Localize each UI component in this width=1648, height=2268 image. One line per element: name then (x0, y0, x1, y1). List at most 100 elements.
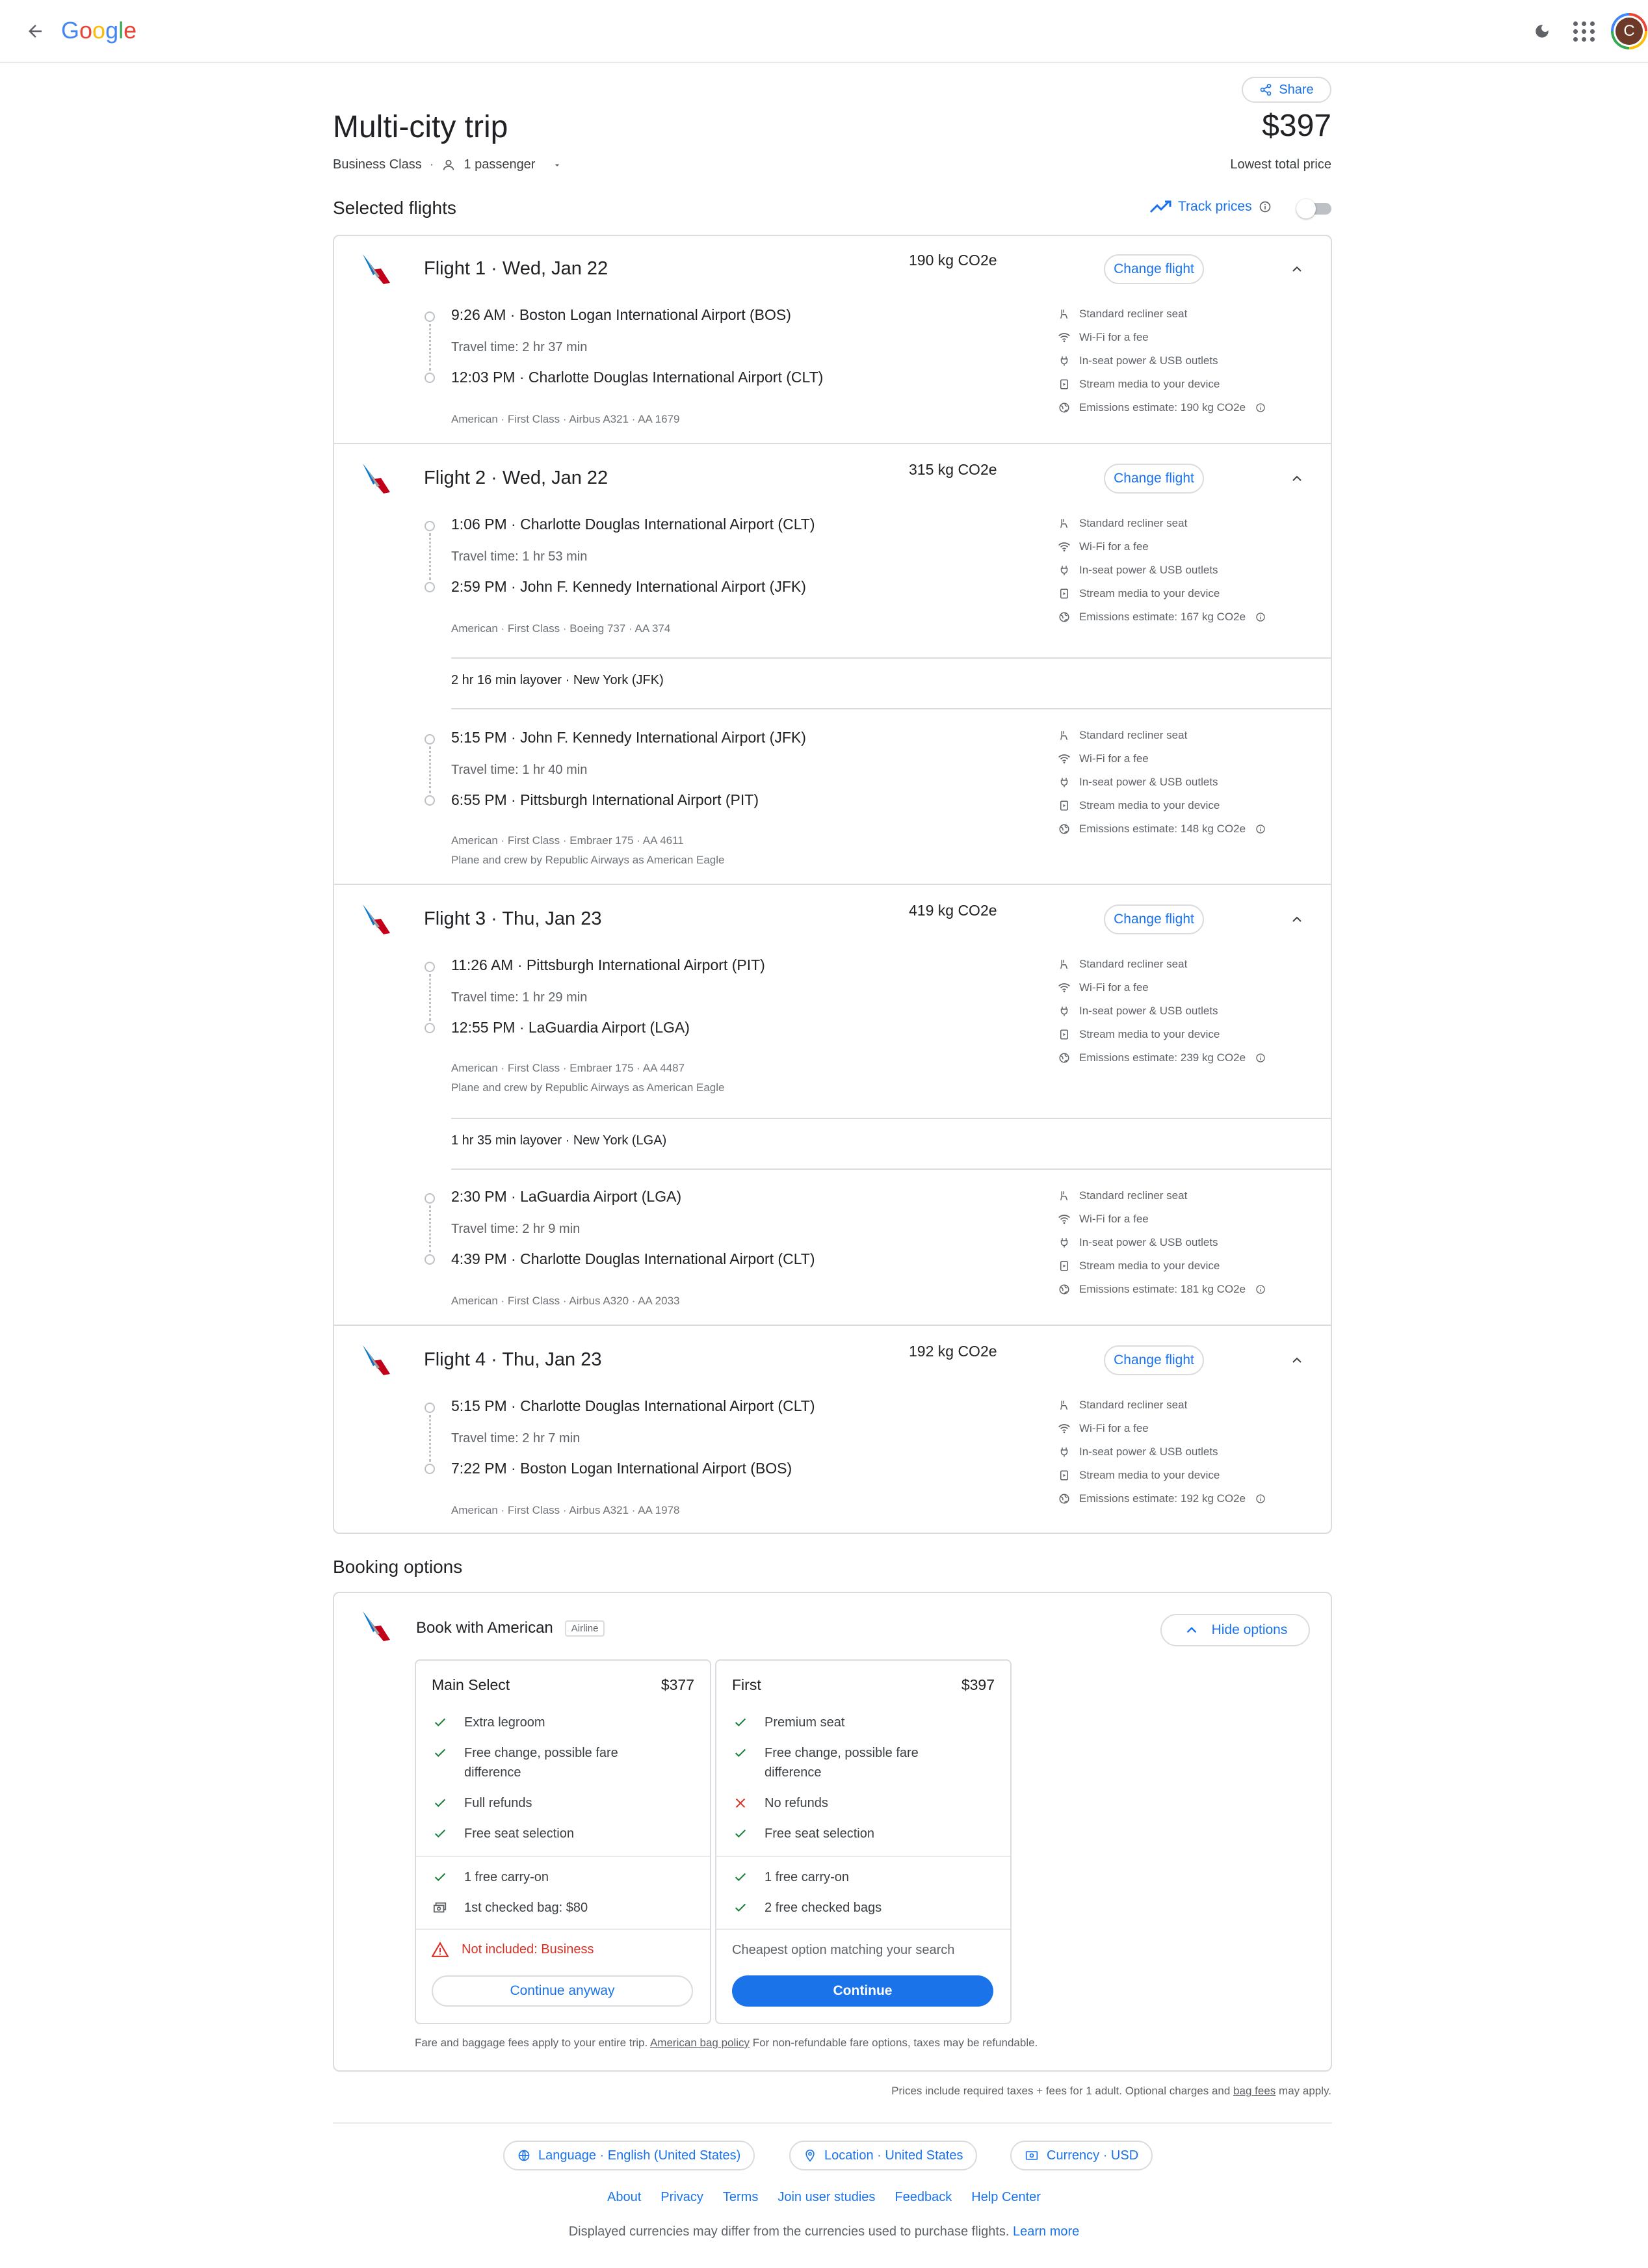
check-icon (432, 1867, 449, 1887)
google-apps-icon[interactable] (1571, 18, 1597, 44)
flight-2-seg-2-details: American · First Class · Embraer 175 · A… (451, 834, 684, 847)
flight-3-seg-1-travel-time: Travel time: 1 hr 29 min (451, 990, 588, 1005)
info-icon (1253, 401, 1268, 415)
flight-4-details: American · First Class · Airbus A321 · A… (451, 1504, 680, 1516)
flight-2-seg-2-arrival: 6:55 PM · Pittsburgh International Airpo… (451, 791, 759, 808)
share-label: Share (1279, 82, 1314, 97)
check-icon (432, 1743, 449, 1782)
flight-3-seg-2-details: American · First Class · Airbus A320 · A… (451, 1295, 680, 1307)
flight-4-co2: 192 kg CO2e (909, 1343, 997, 1360)
track-prices-toggle[interactable] (1296, 199, 1331, 218)
flight-3-seg-1-details: American · First Class · Embraer 175 · A… (451, 1062, 685, 1074)
flight-4-departure: 5:15 PM · Charlotte Douglas Internationa… (451, 1397, 815, 1414)
bag-policy-link[interactable]: American bag policy (650, 2037, 750, 2049)
flight-3-seg-2-travel-time: Travel time: 2 hr 9 min (451, 1222, 581, 1236)
flight-3-co2: 419 kg CO2e (909, 902, 997, 919)
selected-flights-card: Flight 1 · Wed, Jan 22 190 kg CO2e Chang… (333, 235, 1332, 1534)
footer-link-about[interactable]: About (607, 2190, 641, 2205)
flight-4-heading: Flight 4 · Thu, Jan 23 (424, 1349, 602, 1370)
chevron-up-icon[interactable] (1287, 469, 1307, 488)
flight-3-seg-1-amenities: Standard recliner seat Wi-Fi for a fee I… (1057, 953, 1291, 1070)
flight-4-travel-time: Travel time: 2 hr 7 min (451, 1431, 581, 1445)
booking-options-card: Book with American Airline Hide options … (333, 1592, 1332, 2072)
globe-icon (1057, 1051, 1071, 1065)
selected-flights-heading: Selected flights (333, 198, 456, 218)
flight-2-seg-1-amenities: Standard recliner seat Wi-Fi for a fee I… (1057, 512, 1291, 629)
dropdown-arrow-icon (555, 164, 560, 166)
share-button[interactable]: Share (1242, 77, 1331, 103)
flight-1-departure: 9:26 AM · Boston Logan International Air… (451, 306, 791, 323)
share-icon (1260, 83, 1272, 96)
hide-options-label: Hide options (1211, 1622, 1288, 1637)
seat-icon (1057, 1189, 1071, 1203)
info-icon (1253, 610, 1268, 624)
check-icon (732, 1824, 749, 1843)
trip-summary: Business Class · 1 passenger (333, 157, 562, 172)
globe-icon (1057, 1282, 1071, 1297)
flight-2-seg-2-amenities: Standard recliner seat Wi-Fi for a fee I… (1057, 724, 1291, 841)
check-icon (732, 1713, 749, 1732)
person-icon (443, 159, 454, 170)
chevron-up-icon[interactable] (1287, 1351, 1307, 1370)
flight-2-seg-2-departure: 5:15 PM · John F. Kennedy International … (451, 729, 806, 746)
top-app-bar: Google C (0, 0, 1648, 63)
power-plug-icon (1057, 775, 1071, 789)
passenger-selector[interactable]: 1 passenger (441, 157, 562, 172)
dark-mode-icon[interactable] (1529, 18, 1555, 44)
account-avatar[interactable]: C (1611, 13, 1647, 49)
footer-link-feedback[interactable]: Feedback (895, 2190, 952, 2205)
flight-2-seg-2-operator: Plane and crew by Republic Airways as Am… (451, 854, 725, 866)
chevron-up-icon[interactable] (1287, 259, 1307, 279)
currency-icon (1025, 2151, 1038, 2160)
power-plug-icon (1057, 563, 1071, 577)
google-logo[interactable]: Google (61, 17, 137, 44)
footer-link-terms[interactable]: Terms (723, 2190, 758, 2205)
hide-options-button[interactable]: Hide options (1160, 1614, 1310, 1646)
chevron-up-icon (1186, 1627, 1196, 1633)
seat-icon (1057, 1398, 1071, 1412)
price-caption: Lowest total price (1230, 157, 1331, 172)
flight-3-seg-2-departure: 2:30 PM · LaGuardia Airport (LGA) (451, 1188, 682, 1205)
flight-3-layover: 1 hr 35 min layover · New York (LGA) (451, 1133, 667, 1148)
language-selector[interactable]: Language · English (United States) (503, 2141, 755, 2170)
continue-anyway-button[interactable]: Continue anyway (432, 1975, 693, 2007)
fare-note: Cheapest option matching your search (732, 1943, 955, 1957)
flight-3-seg-2-amenities: Standard recliner seat Wi-Fi for a fee I… (1057, 1184, 1291, 1301)
track-prices[interactable]: Track prices (1149, 199, 1272, 215)
fare-name: First (732, 1676, 761, 1693)
flight-2-change-button[interactable]: Change flight (1104, 464, 1204, 494)
learn-more-link[interactable]: Learn more (1013, 2224, 1079, 2239)
stream-media-icon (1057, 377, 1071, 391)
bag-fees-link[interactable]: bag fees (1233, 2085, 1275, 2097)
check-icon (732, 1898, 749, 1918)
fare-price: $397 (961, 1676, 995, 1693)
seat-icon (1057, 516, 1071, 531)
currency-disclaimer: Displayed currencies may differ from the… (568, 2224, 1080, 2239)
stream-media-icon (1057, 1468, 1071, 1483)
page-title: Multi-city trip (333, 110, 508, 144)
footer-link-user-studies[interactable]: Join user studies (778, 2190, 875, 2205)
flight-4-change-button[interactable]: Change flight (1104, 1345, 1204, 1375)
flight-1-change-button[interactable]: Change flight (1104, 254, 1204, 284)
chevron-up-icon[interactable] (1287, 910, 1307, 929)
track-prices-label: Track prices (1178, 199, 1252, 214)
american-airlines-logo (363, 1345, 390, 1375)
back-arrow-icon[interactable] (20, 16, 51, 47)
location-selector[interactable]: Location · United States (789, 2141, 978, 2170)
flight-2-heading: Flight 2 · Wed, Jan 22 (424, 468, 608, 488)
seat-icon (1057, 728, 1071, 743)
flight-2-layover: 2 hr 16 min layover · New York (JFK) (451, 673, 664, 687)
currency-selector[interactable]: Currency · USD (1010, 2141, 1153, 2170)
total-price: $397 (1262, 109, 1331, 143)
fare-price: $377 (661, 1676, 694, 1693)
footer-link-privacy[interactable]: Privacy (661, 2190, 703, 2205)
footer-link-help[interactable]: Help Center (971, 2190, 1041, 2205)
flight-3-change-button[interactable]: Change flight (1104, 904, 1204, 934)
power-plug-icon (1057, 1445, 1071, 1459)
flight-2-co2: 315 kg CO2e (909, 461, 997, 478)
stream-media-icon (1057, 1027, 1071, 1042)
flight-1-co2: 190 kg CO2e (909, 252, 997, 269)
continue-button[interactable]: Continue (732, 1975, 993, 2007)
globe-icon (1057, 401, 1071, 415)
wifi-icon (1057, 330, 1071, 345)
